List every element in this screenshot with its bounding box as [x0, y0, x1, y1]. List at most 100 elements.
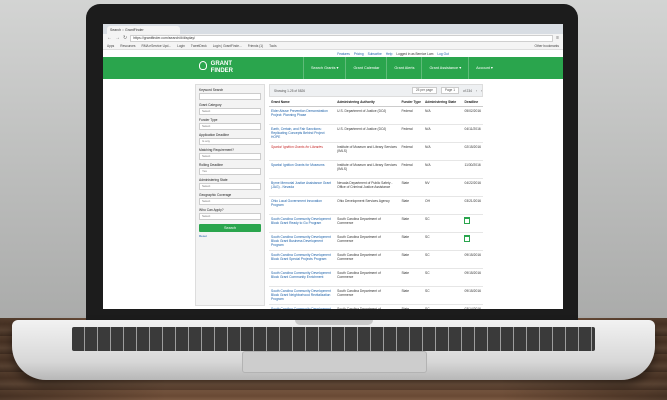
grant-name-link[interactable]: South Carolina Community Development Blo…: [269, 250, 336, 269]
grant-name-link[interactable]: Elder Abuse Prevention Demonstration Pro…: [269, 106, 336, 125]
back-icon[interactable]: ←: [107, 34, 112, 42]
reload-icon[interactable]: ↻: [123, 34, 127, 42]
grant-name-link[interactable]: South Carolina Community Development Blo…: [269, 232, 336, 251]
nav-search-grants[interactable]: Search Grants ▾: [303, 57, 345, 79]
grant-name-link[interactable]: South Carolina Community Development Blo…: [269, 286, 336, 305]
table-row[interactable]: South Carolina Community Development Blo…: [269, 304, 483, 309]
reset-link[interactable]: Reset: [199, 234, 261, 238]
bookmark-item[interactable]: Tools: [269, 44, 276, 48]
state-cell: SC: [423, 286, 463, 305]
per-page-select[interactable]: 25 per page: [411, 87, 437, 94]
col-grant-name[interactable]: Grant Name: [269, 97, 336, 107]
grant-name-link[interactable]: Earth, Certain, and Fair Sanctions: Repl…: [269, 124, 336, 143]
grant-name-link[interactable]: Sparks! Ignition Grants for Libraries: [269, 142, 336, 161]
bookmark-item[interactable]: Login: [177, 44, 185, 48]
bookmark-item[interactable]: RMA eService Upd...: [142, 44, 172, 48]
grant-name-link[interactable]: South Carolina Community Development Blo…: [269, 304, 336, 309]
state-select[interactable]: Select: [199, 183, 261, 190]
funder-type-cell: State: [399, 196, 424, 215]
deadline-cell: 09/15/2016: [462, 286, 483, 305]
nav-grant-assistance[interactable]: Grant Assistance ▾: [421, 57, 468, 79]
authority-cell: South Carolina Department of Commerce: [335, 250, 400, 269]
table-row[interactable]: Earth, Certain, and Fair Sanctions: Repl…: [269, 124, 483, 143]
bookmark-item[interactable]: Friends (1): [248, 44, 263, 48]
browser-tab[interactable]: Search :: GrantFinder: [107, 26, 180, 34]
state-cell: N/A: [423, 160, 463, 179]
funder-type-cell: State: [399, 286, 424, 305]
matching-select[interactable]: Select: [199, 153, 261, 160]
table-row[interactable]: Sparks! Ignition Grants for Museums Insti…: [269, 160, 483, 179]
col-deadline[interactable]: Deadline: [462, 97, 483, 107]
top-link-subscribe[interactable]: Subscribe: [368, 52, 382, 56]
rolling-select[interactable]: Yes: [199, 168, 261, 175]
state-cell: SC: [423, 232, 463, 251]
table-row[interactable]: South Carolina Community Development Blo…: [269, 250, 483, 269]
table-row[interactable]: South Carolina Community Development Blo…: [269, 268, 483, 287]
table-row[interactable]: Elder Abuse Prevention Demonstration Pro…: [269, 106, 483, 125]
bookmark-item[interactable]: Resources: [120, 44, 135, 48]
keyword-label: Keyword Search: [199, 88, 224, 92]
table-row[interactable]: South Carolina Community Development Blo…: [269, 214, 483, 233]
table-row[interactable]: South Carolina Community Development Blo…: [269, 286, 483, 305]
keyword-input[interactable]: [199, 93, 261, 100]
app-deadline-select[interactable]: Is any: [199, 138, 261, 145]
address-bar[interactable]: https://grantfinder.com/search/#/display…: [130, 34, 554, 42]
filter-panel: Keyword Search Grant Category Select Fun…: [195, 84, 265, 306]
geo-select[interactable]: Select: [199, 198, 261, 205]
category-select[interactable]: Select: [199, 108, 261, 115]
grantfinder-logo[interactable]: GRANT FINDER: [199, 61, 233, 74]
search-button[interactable]: Search: [199, 224, 261, 232]
col-funder-type[interactable]: Funder Type: [399, 97, 424, 107]
nav-grant-alerts[interactable]: Grant Alerts: [386, 57, 421, 79]
funder-select[interactable]: Select: [199, 123, 261, 130]
grant-name-link[interactable]: Byrne Memorial Justice Assistance Grant …: [269, 178, 336, 197]
grant-name-link[interactable]: South Carolina Community Development Blo…: [269, 268, 336, 287]
state-cell: SC: [423, 214, 463, 233]
who-label: Who Can Apply?: [199, 208, 224, 212]
grant-name-link[interactable]: Ohio Local Government Innovation Program: [269, 196, 336, 215]
menu-icon[interactable]: ≡: [556, 34, 559, 42]
bookmark-item[interactable]: Apps: [107, 44, 114, 48]
state-cell: N/A: [423, 142, 463, 161]
deadline-cell: [462, 232, 483, 251]
col-authority[interactable]: Administering Authority: [335, 97, 400, 107]
authority-cell: South Carolina Department of Commerce: [335, 304, 400, 309]
results-count: Showing 1-25 of 5826: [274, 88, 306, 93]
grant-name-link[interactable]: Sparks! Ignition Grants for Museums: [269, 160, 336, 179]
page-total: of 234: [463, 88, 472, 93]
page-select[interactable]: Page 1: [440, 87, 459, 94]
address-row: ← → ↻ https://grantfinder.com/search/#/d…: [103, 34, 563, 42]
next-page-icon[interactable]: ›: [481, 89, 482, 93]
top-link-help[interactable]: Help: [386, 52, 393, 56]
col-state[interactable]: Administering State: [423, 97, 463, 107]
funder-type-cell: State: [399, 214, 424, 233]
funder-type-cell: State: [399, 268, 424, 287]
table-row[interactable]: Sparks! Ignition Grants for Libraries Ins…: [269, 142, 483, 161]
laptop-screen: Search :: GrantFinder ← → ↻ https://gran…: [103, 24, 563, 309]
matching-label: Matching Requirement?: [199, 148, 235, 152]
top-link-pricing[interactable]: Pricing: [354, 52, 364, 56]
nav-account[interactable]: Account ▾: [468, 57, 500, 79]
calendar-icon: [464, 216, 471, 224]
logout-link[interactable]: Log Out: [437, 52, 448, 56]
authority-cell: South Carolina Department of Commerce: [335, 214, 400, 233]
table-row[interactable]: South Carolina Community Development Blo…: [269, 232, 483, 251]
top-link-features[interactable]: Features: [337, 52, 350, 56]
state-cell: SC: [423, 250, 463, 269]
results-toolbar: Showing 1-25 of 5826 25 per page Page 1 …: [269, 84, 483, 97]
table-row[interactable]: Byrne Memorial Justice Assistance Grant …: [269, 178, 483, 197]
prev-page-icon[interactable]: ‹: [476, 89, 477, 93]
other-bookmarks[interactable]: Other bookmarks: [535, 44, 559, 48]
bookmark-item[interactable]: TweetDeck: [191, 44, 207, 48]
funder-type-cell: Federal: [399, 106, 424, 125]
authority-cell: Institute of Museum and Library Services…: [335, 142, 400, 161]
bookmark-item[interactable]: Login | GrantFinde...: [213, 44, 242, 48]
authority-cell: South Carolina Department of Commerce: [335, 232, 400, 251]
nav-grant-calendar[interactable]: Grant Calendar: [345, 57, 386, 79]
forward-icon[interactable]: →: [115, 34, 120, 42]
state-cell: OH: [423, 196, 463, 215]
table-row[interactable]: Ohio Local Government Innovation Program…: [269, 196, 483, 215]
who-select[interactable]: Select: [199, 213, 261, 220]
grant-name-link[interactable]: South Carolina Community Development Blo…: [269, 214, 336, 233]
funder-type-cell: Federal: [399, 160, 424, 179]
